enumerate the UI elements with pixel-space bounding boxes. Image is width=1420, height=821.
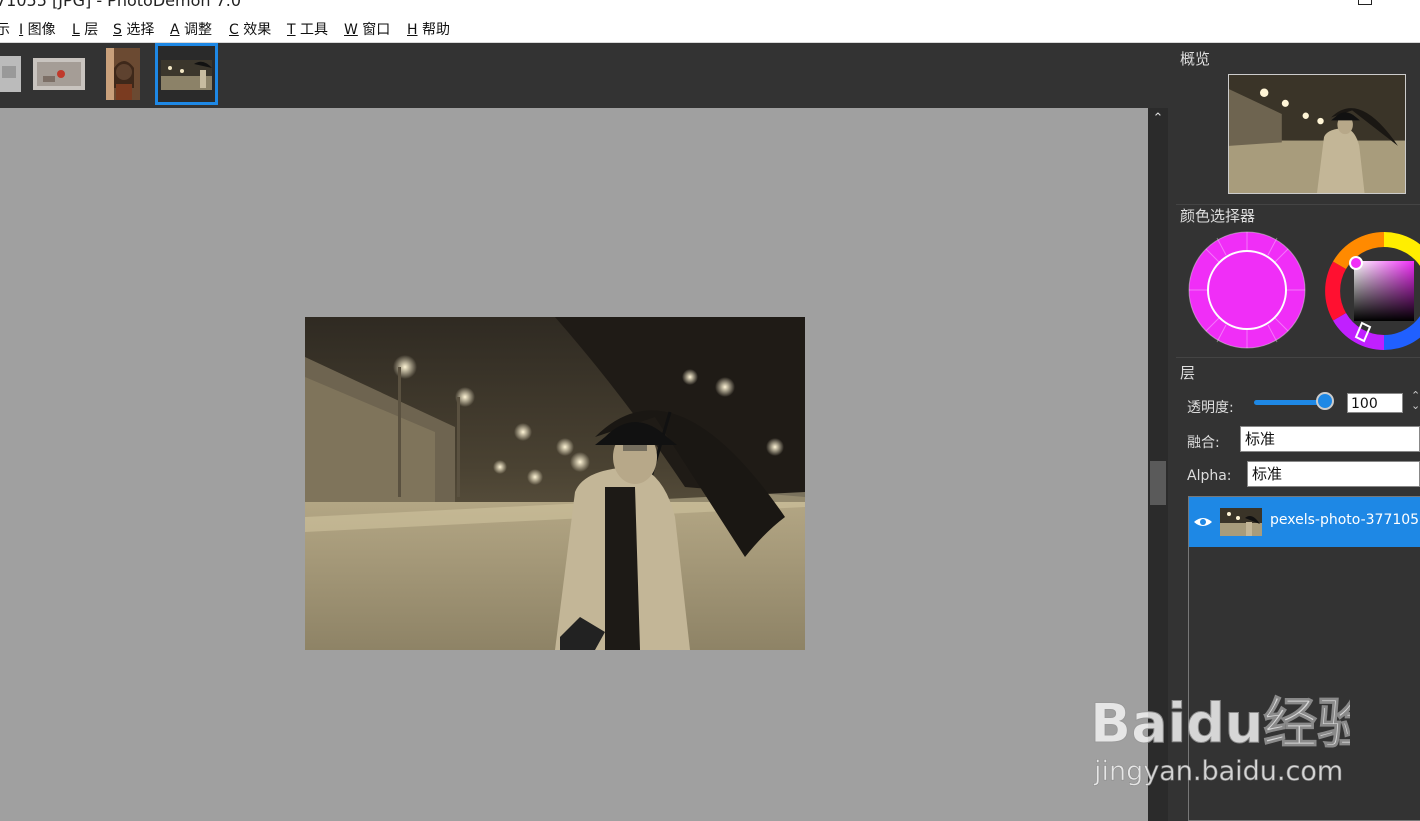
image-tab-1[interactable] — [0, 56, 21, 92]
image-tab-active[interactable] — [155, 43, 218, 105]
layer-row[interactable]: pexels-photo-3771055 — [1189, 497, 1420, 547]
spin-arrows-icon[interactable]: ⌃ ⌄ — [1411, 390, 1420, 411]
menu-help[interactable]: H 帮助 — [407, 19, 450, 39]
menu-image[interactable]: I 图像 — [19, 19, 56, 39]
opacity-slider-knob[interactable] — [1316, 392, 1334, 410]
blend-label: 融合: — [1187, 435, 1220, 451]
svg-text:jingyan.baidu.com: jingyan.baidu.com — [1093, 756, 1343, 787]
window-title: 71055 [JPG] - PhotoDemon 7.0 — [0, 0, 242, 10]
menu-tools[interactable]: T 工具 — [287, 19, 328, 39]
svg-text:Baidu经验: Baidu经验 — [1090, 692, 1350, 755]
primary-color-swatch[interactable] — [1188, 231, 1306, 349]
title-bar: 71055 [JPG] - PhotoDemon 7.0 — [0, 0, 1420, 14]
overview-preview[interactable] — [1228, 74, 1406, 194]
menu-layer[interactable]: L 层 — [72, 19, 98, 39]
layer-name[interactable]: pexels-photo-3771055 — [1270, 512, 1420, 528]
image-tab-2[interactable] — [33, 58, 85, 90]
scrollbar-thumb[interactable] — [1150, 461, 1166, 505]
eye-icon[interactable] — [1193, 515, 1213, 529]
image-tabs-strip — [0, 43, 1168, 108]
menu-window[interactable]: W 窗口 — [344, 19, 390, 39]
menu-bar: 示 I 图像 L 层 S 选择 A 调整 C 效果 T 工具 W 窗口 H 帮助 — [0, 14, 1420, 43]
chevron-up-icon[interactable]: ⌃ — [1148, 108, 1168, 130]
opacity-slider[interactable] — [1254, 400, 1324, 405]
opacity-label: 透明度: — [1187, 400, 1234, 416]
restore-button[interactable] — [1358, 0, 1372, 5]
opacity-input[interactable]: 100 — [1347, 393, 1403, 413]
overview-title: 概览 — [1180, 50, 1211, 68]
menu-adjust[interactable]: A 调整 — [170, 19, 212, 39]
menu-select[interactable]: S 选择 — [113, 19, 154, 39]
menu-effects[interactable]: C 效果 — [229, 19, 271, 39]
layers-title: 层 — [1180, 364, 1196, 382]
color-selector-title: 颜色选择器 — [1180, 207, 1256, 225]
image-tab-3[interactable] — [106, 48, 140, 100]
canvas-image[interactable] — [305, 317, 805, 650]
alpha-mode-dropdown[interactable]: 标准 — [1247, 461, 1420, 487]
separator — [1176, 357, 1420, 358]
blend-mode-dropdown[interactable]: 标准 — [1240, 426, 1420, 452]
menu-view[interactable]: 示 — [0, 19, 10, 39]
layer-thumbnail — [1220, 508, 1262, 536]
baidu-jingyan-watermark: Baidu经验 jingyan.baidu.com — [1090, 692, 1350, 788]
color-wheel[interactable] — [1324, 231, 1420, 351]
alpha-label: Alpha: — [1187, 468, 1232, 484]
